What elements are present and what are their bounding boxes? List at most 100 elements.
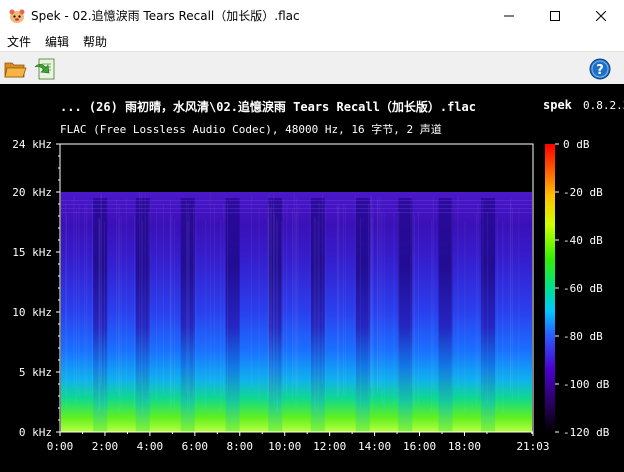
texture-line: [103, 221, 105, 414]
maximize-icon: [550, 10, 560, 21]
texture-line: [144, 193, 146, 386]
texture-line: [171, 214, 173, 407]
texture-line: [482, 199, 484, 392]
texture-line: [98, 218, 100, 411]
texture-line: [188, 214, 190, 407]
texture-line: [195, 215, 197, 408]
texture-line: [209, 192, 211, 385]
texture-line: [280, 221, 282, 414]
texture-line: [275, 218, 277, 411]
spectrogram-chart: 24 kHz 20 kHz 15 kHz 10 kHz 5 kHz 0 kHz0:00 2:…: [12, 138, 610, 453]
y-tick-label: 24 kHz: [12, 138, 52, 151]
x-tick-label: 0:00: [47, 440, 74, 453]
texture-line: [367, 203, 369, 396]
texture-line: [100, 194, 102, 387]
y-tick-label: 10 kHz: [12, 306, 52, 319]
texture-line: [431, 219, 433, 412]
x-tick-label: 2:00: [92, 440, 119, 453]
texture-line: [86, 203, 88, 396]
texture-line: [148, 211, 150, 404]
colorbar: [545, 144, 555, 432]
texture-line: [251, 195, 253, 388]
x-tick-label: 8:00: [227, 440, 254, 453]
texture-line: [414, 215, 416, 408]
texture-line: [398, 211, 400, 404]
texture-line: [125, 198, 127, 391]
texture-line: [475, 213, 477, 406]
texture-line: [223, 204, 225, 397]
texture-line: [139, 192, 141, 385]
spectrogram-panel: ... (26) 雨初晴，水风清\02.追憶淚雨 Tears Recall（加长…: [0, 84, 624, 472]
close-button[interactable]: [578, 0, 624, 31]
svg-text:?: ?: [596, 63, 604, 78]
texture-line: [276, 221, 278, 414]
tonal-band: [61, 212, 532, 213]
texture-line: [512, 207, 514, 400]
menu-help[interactable]: 帮助: [83, 33, 107, 50]
texture-line: [343, 203, 345, 396]
texture-line: [338, 204, 340, 397]
quiet-gap: [355, 198, 370, 432]
texture-line: [518, 208, 520, 401]
texture-line: [78, 203, 80, 396]
texture-line: [393, 212, 395, 405]
texture-line: [269, 207, 271, 400]
texture-line: [268, 194, 270, 387]
tonal-band: [61, 204, 532, 205]
texture-line: [205, 219, 207, 412]
texture-line: [271, 198, 273, 391]
texture-line: [73, 196, 75, 389]
colorbar-tick-label: -60 dB: [563, 282, 603, 295]
texture-line: [170, 200, 172, 393]
texture-line: [318, 201, 320, 394]
texture-line: [75, 210, 77, 403]
y-tick-label: 20 kHz: [12, 186, 52, 199]
texture-line: [99, 219, 101, 412]
texture-line: [84, 204, 86, 397]
x-tick-label: 6:00: [182, 440, 209, 453]
texture-line: [118, 218, 120, 411]
colorbar-tick-label: -20 dB: [563, 186, 603, 199]
menu-edit[interactable]: 编辑: [45, 33, 69, 50]
texture-line: [213, 202, 215, 395]
colorbar-tick-label: -120 dB: [563, 426, 610, 439]
spek-app-icon: [9, 9, 25, 23]
x-tick-label: 12:00: [313, 440, 346, 453]
texture-line: [322, 192, 324, 385]
texture-line: [477, 204, 479, 397]
x-tick-label: 18:00: [448, 440, 481, 453]
menu-file[interactable]: 文件: [7, 33, 31, 50]
close-icon: [596, 10, 606, 21]
texture-line: [286, 204, 288, 397]
texture-line: [337, 206, 339, 399]
y-tick-label: 5 kHz: [19, 366, 52, 379]
window-title: Spek - 02.追憶淚雨 Tears Recall（加长版）.flac: [31, 9, 300, 23]
texture-line: [173, 218, 175, 411]
save-icon[interactable]: [34, 57, 58, 81]
texture-line: [412, 211, 414, 404]
texture-line: [187, 202, 189, 395]
texture-line: [309, 204, 311, 397]
texture-line: [317, 221, 319, 414]
help-icon[interactable]: ?: [588, 57, 612, 81]
texture-line: [372, 206, 374, 399]
x-tick-label: 4:00: [137, 440, 164, 453]
folder-open-icon[interactable]: [3, 57, 27, 81]
toolbar: ?: [0, 51, 624, 84]
texture-line: [295, 213, 297, 406]
menu-bar: 文件 编辑 帮助: [0, 31, 624, 51]
texture-line: [65, 214, 67, 407]
texture-line: [432, 196, 434, 389]
x-tick-label: 21:03: [516, 440, 549, 453]
maximize-button[interactable]: [532, 0, 578, 31]
texture-line: [92, 202, 94, 395]
quiet-gap: [438, 198, 453, 432]
minimize-button[interactable]: [486, 0, 532, 31]
x-tick-label: 10:00: [268, 440, 301, 453]
texture-line: [162, 203, 164, 396]
tonal-band: [61, 208, 532, 209]
x-tick-label: 16:00: [403, 440, 436, 453]
texture-line: [293, 193, 295, 386]
texture-line: [149, 201, 151, 394]
y-tick-label: 15 kHz: [12, 246, 52, 259]
